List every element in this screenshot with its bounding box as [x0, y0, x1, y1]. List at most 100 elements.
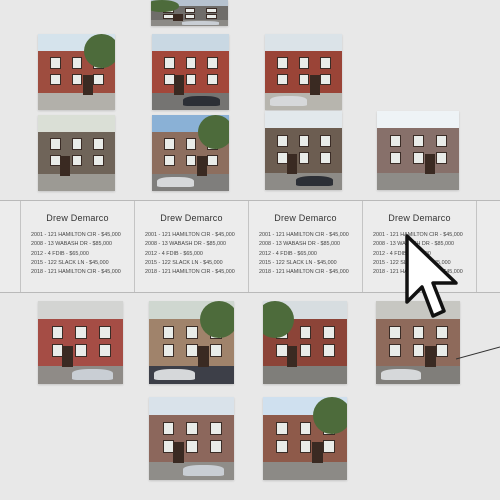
sale-history-line: 2008 - 13 WABASH DR - $85,000	[259, 241, 340, 248]
house-photo-row3-col1[interactable]	[38, 301, 123, 384]
photo-window	[50, 137, 61, 150]
photo-door	[82, 75, 93, 95]
photo-window	[299, 325, 312, 339]
photo-window	[277, 73, 288, 86]
photo-car	[154, 369, 195, 380]
photo-window	[93, 137, 104, 150]
photo-tree	[313, 397, 347, 435]
photo-tree	[198, 115, 229, 150]
house-photo-row3-col2[interactable]	[149, 301, 234, 384]
photo-window	[186, 440, 198, 453]
photo-street	[38, 93, 115, 110]
photo-window	[390, 134, 402, 147]
photo-door	[424, 153, 436, 175]
photo-window	[162, 344, 174, 357]
photo-window	[320, 73, 331, 86]
photo-window	[298, 73, 310, 86]
photo-window	[185, 56, 197, 69]
sale-history-line: 2001 - 121 HAMILTON CIR - $45,000	[259, 232, 349, 238]
photo-window	[164, 56, 175, 69]
sale-history-line: 2015 - 122 SLACK LN - $45,000	[31, 259, 109, 266]
photo-window	[320, 56, 331, 69]
photo-window	[184, 13, 196, 19]
sale-history-line: 2012 - 4 FDIB - $65,000	[259, 250, 317, 257]
photo-car	[181, 21, 219, 25]
sale-history-line: 2018 - 121 HAMILTON CIR - $45,000	[145, 269, 235, 276]
photo-door	[424, 345, 436, 368]
photo-window	[51, 325, 63, 339]
sale-history-list: 2001 - 121 HAMILTON CIR - $45,000 2008 -…	[145, 231, 235, 277]
photo-tree	[200, 301, 234, 339]
photo-window	[299, 421, 312, 435]
photo-door	[286, 345, 298, 368]
photo-window	[210, 344, 222, 357]
owner-name: Drew Demarco	[274, 213, 337, 223]
photo-window	[276, 421, 288, 435]
photo-window	[323, 440, 335, 453]
house-photo-row2-col4[interactable]	[377, 111, 459, 190]
photo-window	[277, 134, 288, 147]
photo-door	[172, 14, 183, 21]
house-photo-row3-col3[interactable]	[263, 301, 347, 384]
photo-window	[186, 421, 198, 435]
photo-window	[184, 7, 196, 14]
owner-card[interactable]: Drew Demarco 2001 - 121 HAMILTON CIR - $…	[20, 201, 134, 292]
photo-window	[162, 325, 174, 339]
photo-window	[207, 154, 218, 167]
photo-window	[320, 134, 331, 147]
house-photo-row2-col1[interactable]	[38, 115, 115, 191]
owner-card-partial[interactable]	[476, 201, 500, 292]
photo-window	[413, 152, 425, 165]
sale-history-line: 2015 - 122 SLACK LN - $45,000	[145, 259, 223, 266]
house-photo-row1-col1[interactable]	[38, 34, 115, 110]
photo-window	[323, 344, 335, 357]
photo-car	[183, 465, 224, 476]
photo-street	[38, 174, 115, 191]
house-photo-row4-col2[interactable]	[263, 397, 347, 480]
photo-window	[71, 56, 83, 69]
photo-window	[298, 152, 310, 165]
owner-name: Drew Demarco	[160, 213, 223, 223]
photo-street	[377, 172, 459, 190]
owner-card[interactable]: Drew Demarco 2001 - 121 HAMILTON CIR - $…	[134, 201, 248, 292]
photo-window	[298, 134, 310, 147]
house-photo-row1-col2[interactable]	[152, 34, 229, 110]
photo-window	[99, 344, 111, 357]
photo-car	[182, 96, 220, 107]
photo-tree	[84, 34, 115, 69]
photo-door	[196, 156, 207, 176]
photo-window	[276, 440, 288, 453]
photo-window	[162, 421, 174, 435]
house-photo-row2-col3[interactable]	[265, 111, 342, 190]
photo-window	[185, 137, 197, 150]
photo-door	[61, 345, 73, 368]
owner-card[interactable]: Drew Demarco 2001 - 121 HAMILTON CIR - $…	[248, 201, 362, 292]
sale-history-line: 2018 - 121 HAMILTON CIR - $45,000	[259, 269, 349, 276]
photo-window	[50, 56, 61, 69]
photo-window	[298, 56, 310, 69]
photo-window	[436, 344, 448, 357]
house-photo-row1-col3[interactable]	[265, 34, 342, 110]
house-photo-row4-col1[interactable]	[149, 397, 234, 480]
photo-window	[389, 325, 401, 339]
photo-window	[185, 73, 197, 86]
photo-window	[93, 73, 104, 86]
photo-door	[309, 75, 320, 95]
photo-window	[50, 73, 61, 86]
connector-line	[456, 346, 500, 360]
photo-window	[389, 344, 401, 357]
photo-door	[173, 75, 184, 95]
sale-history-line: 2008 - 13 WABASH DR - $85,000	[145, 241, 226, 248]
photo-car	[269, 96, 307, 107]
photo-window	[320, 152, 331, 165]
photo-window	[164, 137, 175, 150]
photo-window	[206, 13, 217, 19]
photo-window	[71, 154, 83, 167]
owner-name: Drew Demarco	[388, 213, 451, 223]
house-photo-row2-col2[interactable]	[152, 115, 229, 191]
sale-history-line: 2012 - 4 FDIB - $65,000	[31, 250, 89, 257]
house-photo-top[interactable]	[151, 0, 228, 26]
photo-window	[186, 344, 198, 357]
photo-window	[412, 344, 425, 357]
photo-door	[198, 345, 210, 368]
